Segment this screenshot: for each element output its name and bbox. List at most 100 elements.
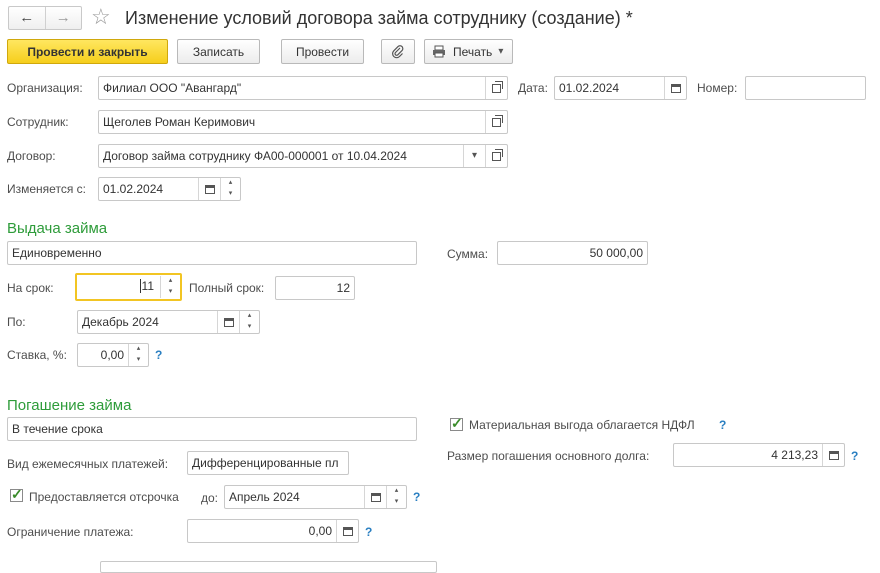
ndfl-checkbox[interactable]: ✓ — [450, 415, 463, 431]
principal-value: 4 213,23 — [771, 448, 818, 462]
deferral-to-label: до: — [201, 491, 219, 505]
spin-up-icon[interactable]: ▴ — [129, 344, 148, 355]
spin-down-icon[interactable]: ▾ — [221, 189, 240, 200]
changed-from-calendar-button[interactable] — [198, 178, 220, 200]
cutoff-field[interactable] — [100, 561, 437, 573]
until-calendar-button[interactable] — [217, 311, 239, 333]
repay-method-field[interactable]: В течение срока — [7, 417, 417, 441]
date-field[interactable]: 01.02.2024 — [554, 76, 687, 100]
post-and-close-button[interactable]: Провести и закрыть — [7, 39, 168, 64]
chevron-down-icon: ▾ — [498, 46, 504, 57]
limit-field[interactable]: 0,00 — [187, 519, 359, 543]
deferral-spinner[interactable]: ▴ ▾ — [386, 486, 406, 508]
deferral-calendar-button[interactable] — [364, 486, 386, 508]
calendar-icon — [223, 317, 234, 327]
deferral-to-field[interactable]: Апрель 2024 ▴ ▾ — [224, 485, 407, 509]
contract-dropdown-button[interactable]: ▾ — [463, 145, 485, 167]
calculator-icon — [342, 526, 353, 536]
open-icon — [492, 80, 503, 93]
calendar-icon — [670, 83, 681, 93]
spin-down-icon[interactable]: ▾ — [161, 287, 180, 298]
calendar-icon — [370, 492, 381, 502]
calendar-icon — [204, 184, 215, 194]
spin-down-icon[interactable]: ▾ — [387, 497, 406, 508]
issue-method-field[interactable]: Единовременно — [7, 241, 417, 265]
rate-label: Ставка, %: — [7, 348, 67, 362]
page-title: Изменение условий договора займа сотрудн… — [125, 8, 633, 28]
open-employee-button[interactable] — [485, 111, 507, 133]
forward-icon[interactable]: → — [46, 7, 82, 29]
post-button[interactable]: Провести — [281, 39, 364, 64]
date-label: Дата: — [518, 81, 548, 95]
organization-label: Организация: — [7, 81, 83, 95]
deferral-label: Предоставляется отсрочка — [29, 490, 179, 504]
until-value: Декабрь 2024 — [82, 315, 159, 329]
full-term-field: 12 — [275, 276, 355, 300]
favorite-star-icon[interactable]: ☆ — [91, 4, 111, 30]
spin-up-icon[interactable]: ▴ — [221, 178, 240, 189]
limit-value: 0,00 — [308, 524, 332, 538]
open-icon — [492, 148, 503, 161]
spin-down-icon[interactable]: ▾ — [240, 322, 259, 333]
deferral-checkbox[interactable]: ✓ — [10, 486, 23, 502]
open-contract-button[interactable] — [485, 145, 507, 167]
print-button[interactable]: Печать ▾ — [424, 39, 513, 64]
employee-label: Сотрудник: — [7, 115, 69, 129]
limit-calculator-button[interactable] — [336, 520, 358, 542]
save-button[interactable]: Записать — [177, 39, 260, 64]
term-value: 11 — [139, 279, 154, 293]
contract-field[interactable]: Договор займа сотруднику ФА00-000001 от … — [98, 144, 508, 168]
until-field[interactable]: Декабрь 2024 ▴ ▾ — [77, 310, 260, 334]
contract-label: Договор: — [7, 149, 56, 163]
printer-icon — [433, 45, 445, 58]
rate-field[interactable]: 0,00 ▴ ▾ — [77, 343, 149, 367]
repay-section-title: Погашение займа — [7, 397, 132, 414]
open-organization-button[interactable] — [485, 77, 507, 99]
ndfl-help-icon[interactable]: ? — [719, 418, 726, 432]
date-value: 01.02.2024 — [559, 81, 620, 95]
principal-field[interactable]: 4 213,23 — [673, 443, 845, 467]
chevron-down-icon: ▾ — [471, 150, 478, 161]
principal-label: Размер погашения основного долга: — [447, 449, 650, 463]
deferral-help-icon[interactable]: ? — [413, 490, 420, 504]
back-icon[interactable]: ← — [9, 7, 46, 29]
term-label: На срок: — [7, 281, 54, 295]
limit-help-icon[interactable]: ? — [365, 525, 372, 539]
spin-up-icon[interactable]: ▴ — [161, 276, 180, 287]
ndfl-label: Материальная выгода облагается НДФЛ — [469, 418, 695, 432]
open-icon — [492, 114, 503, 127]
changed-from-spinner[interactable]: ▴ ▾ — [220, 178, 240, 200]
principal-help-icon[interactable]: ? — [851, 449, 858, 463]
principal-calculator-button[interactable] — [822, 444, 844, 466]
organization-field[interactable]: Филиал ООО "Авангард" — [98, 76, 508, 100]
number-field[interactable] — [745, 76, 866, 100]
limit-label: Ограничение платежа: — [7, 525, 134, 539]
organization-value: Филиал ООО "Авангард" — [103, 81, 242, 95]
employee-field[interactable]: Щеголев Роман Керимович — [98, 110, 508, 134]
employee-value: Щеголев Роман Керимович — [103, 115, 256, 129]
calculator-icon — [828, 450, 839, 460]
payment-type-field[interactable]: Дифференцированные пл — [187, 451, 349, 475]
spin-down-icon[interactable]: ▾ — [129, 355, 148, 366]
term-field[interactable]: 11 ▴ ▾ — [75, 273, 182, 301]
changed-from-value: 01.02.2024 — [103, 182, 164, 196]
until-spinner[interactable]: ▴ ▾ — [239, 311, 259, 333]
full-term-label: Полный срок: — [189, 281, 265, 295]
date-calendar-button[interactable] — [664, 77, 686, 99]
changed-from-field[interactable]: 01.02.2024 ▴ ▾ — [98, 177, 241, 201]
term-spinner[interactable]: ▴ ▾ — [160, 276, 180, 298]
sum-field[interactable]: 50 000,00 — [497, 241, 648, 265]
issue-section-title: Выдача займа — [7, 220, 108, 237]
attach-button[interactable] — [381, 39, 415, 64]
deferral-to-value: Апрель 2024 — [229, 490, 300, 504]
rate-spinner[interactable]: ▴ ▾ — [128, 344, 148, 366]
spin-up-icon[interactable]: ▴ — [240, 311, 259, 322]
until-label: По: — [7, 315, 26, 329]
rate-value: 0,00 — [100, 348, 124, 362]
check-icon: ✓ — [451, 415, 463, 431]
sum-label: Сумма: — [447, 247, 489, 261]
nav-buttons: ← → — [8, 6, 82, 30]
spin-up-icon[interactable]: ▴ — [387, 486, 406, 497]
number-label: Номер: — [697, 81, 738, 95]
rate-help-icon[interactable]: ? — [155, 348, 162, 362]
